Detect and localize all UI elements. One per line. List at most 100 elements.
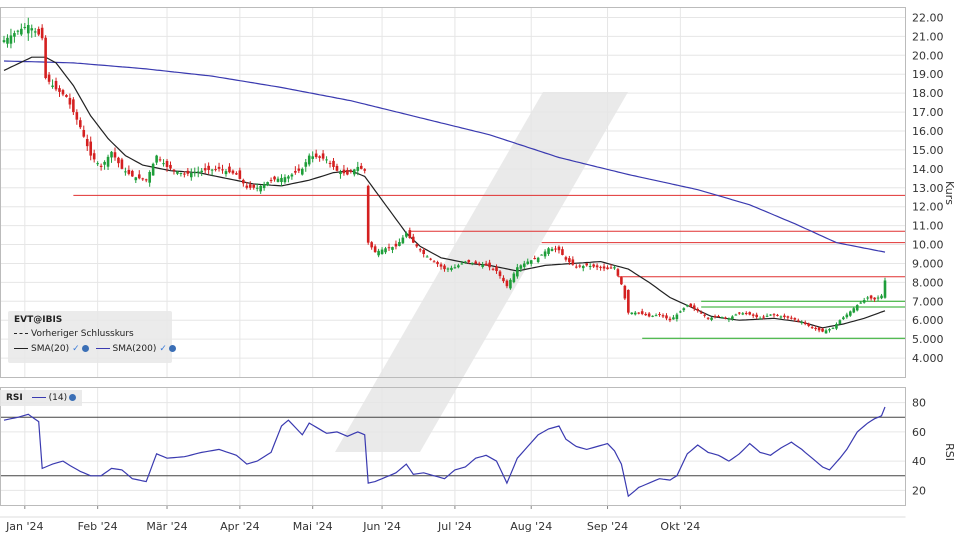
candle-body xyxy=(606,267,609,270)
time-tick-label: Feb '24 xyxy=(78,520,118,533)
time-tick-label: Aug '24 xyxy=(510,520,552,533)
legend-title-row: EVT@IBIS xyxy=(14,313,62,327)
candle-body xyxy=(554,248,557,250)
candle-body xyxy=(450,267,453,270)
candle-body xyxy=(658,313,661,315)
check-icon[interactable]: ✓ xyxy=(159,344,167,354)
candle-body xyxy=(342,169,346,174)
candle-body xyxy=(162,163,165,165)
candle-body xyxy=(79,120,82,128)
rsi-panel-frame xyxy=(0,387,906,506)
candle-body xyxy=(654,315,658,317)
candle-body xyxy=(786,316,790,318)
candle-body xyxy=(835,324,838,329)
visibility-icon[interactable] xyxy=(168,345,176,352)
price-tick-label: 20.00 xyxy=(912,49,944,62)
candle-body xyxy=(783,315,786,318)
price-tick-label: 8.000 xyxy=(912,276,944,289)
candle-body xyxy=(37,28,40,35)
time-tick-label: Okt '24 xyxy=(660,520,700,533)
candle-body xyxy=(672,317,675,320)
candle-body xyxy=(103,161,106,165)
candle-body xyxy=(89,141,93,156)
candle-body xyxy=(616,269,620,276)
candle-body xyxy=(706,317,710,319)
time-tick-label: Jul '24 xyxy=(437,520,472,533)
candle-body xyxy=(873,297,876,300)
candle-body xyxy=(769,314,772,316)
candle-body xyxy=(533,258,536,260)
candle-body xyxy=(762,316,765,318)
candle-body xyxy=(852,308,856,313)
candle-body xyxy=(495,266,498,272)
candle-body xyxy=(765,315,769,317)
visibility-icon[interactable] xyxy=(81,345,89,352)
candle-body xyxy=(710,317,713,320)
candle-body xyxy=(738,312,741,314)
rsi-legend[interactable]: RSI (14) xyxy=(0,390,83,406)
candle-body xyxy=(294,170,297,173)
candle-body xyxy=(186,170,190,174)
candle-body xyxy=(203,168,207,171)
candle-body xyxy=(169,164,172,169)
candle-body xyxy=(47,74,51,82)
candle-body xyxy=(120,159,124,169)
candle-body xyxy=(276,178,280,182)
candle-body xyxy=(439,264,443,267)
rsi-legend-period: (14) xyxy=(48,393,68,403)
candle-body xyxy=(134,177,138,181)
check-icon[interactable]: ✓ xyxy=(72,344,80,354)
price-tick-label: 13.00 xyxy=(912,182,944,195)
candle-body xyxy=(862,300,866,303)
candle-body xyxy=(443,265,446,270)
candle-body xyxy=(817,327,821,331)
candle-body xyxy=(304,162,308,167)
candle-body xyxy=(668,318,672,321)
candle-body xyxy=(425,256,429,258)
candle-body xyxy=(127,169,131,174)
candle-body xyxy=(325,159,328,161)
candle-body xyxy=(651,315,654,317)
candle-body xyxy=(831,327,835,329)
candle-body xyxy=(58,88,61,92)
candle-body xyxy=(151,163,155,176)
rsi-tick-label: 80 xyxy=(912,397,926,410)
candle-body xyxy=(422,250,425,254)
candle-body xyxy=(682,308,686,311)
price-tick-label: 6.000 xyxy=(912,314,944,327)
price-tick-label: 18.00 xyxy=(912,87,944,100)
candle-body xyxy=(568,258,571,263)
visibility-icon[interactable] xyxy=(69,394,77,401)
price-tick-label: 17.00 xyxy=(912,106,944,119)
sma200-path xyxy=(3,60,886,253)
legend-label-prev-close: Vorheriger Schlusskurs xyxy=(31,329,134,339)
rsi-axis: 20 40 60 80 RSI xyxy=(912,397,956,498)
candle-body xyxy=(297,168,301,171)
candle-body xyxy=(117,157,120,164)
price-tick-label: 5.000 xyxy=(912,333,944,346)
candle-body xyxy=(647,313,651,317)
candle-body xyxy=(231,170,235,174)
candle-body xyxy=(557,246,561,251)
chart-legend[interactable]: EVT@IBIS Vorheriger Schlusskurs SMA(20) ✓… xyxy=(8,311,176,363)
legend-item-sma[interactable]: SMA(20) ✓ SMA(200) ✓ xyxy=(14,342,176,356)
rsi-panel-grid xyxy=(0,388,905,505)
candle-body xyxy=(630,312,634,315)
candle-body xyxy=(238,170,242,179)
candle-body xyxy=(561,249,564,255)
price-tick-label: 9.000 xyxy=(912,257,944,270)
candle-body xyxy=(866,297,869,299)
candle-body xyxy=(547,248,550,254)
candle-body xyxy=(599,266,602,268)
legend-item-prev-close[interactable]: Vorheriger Schlusskurs xyxy=(14,327,134,341)
candle-body xyxy=(814,327,817,330)
candle-body xyxy=(401,237,405,244)
candle-body xyxy=(394,243,398,247)
time-tick-label: Sep '24 xyxy=(587,520,628,533)
candle-body xyxy=(758,318,762,320)
time-tick-label: Mär '24 xyxy=(146,520,187,533)
candle-body xyxy=(387,247,391,249)
candle-body xyxy=(849,311,852,316)
candle-body xyxy=(665,315,668,319)
candle-body xyxy=(217,166,221,169)
